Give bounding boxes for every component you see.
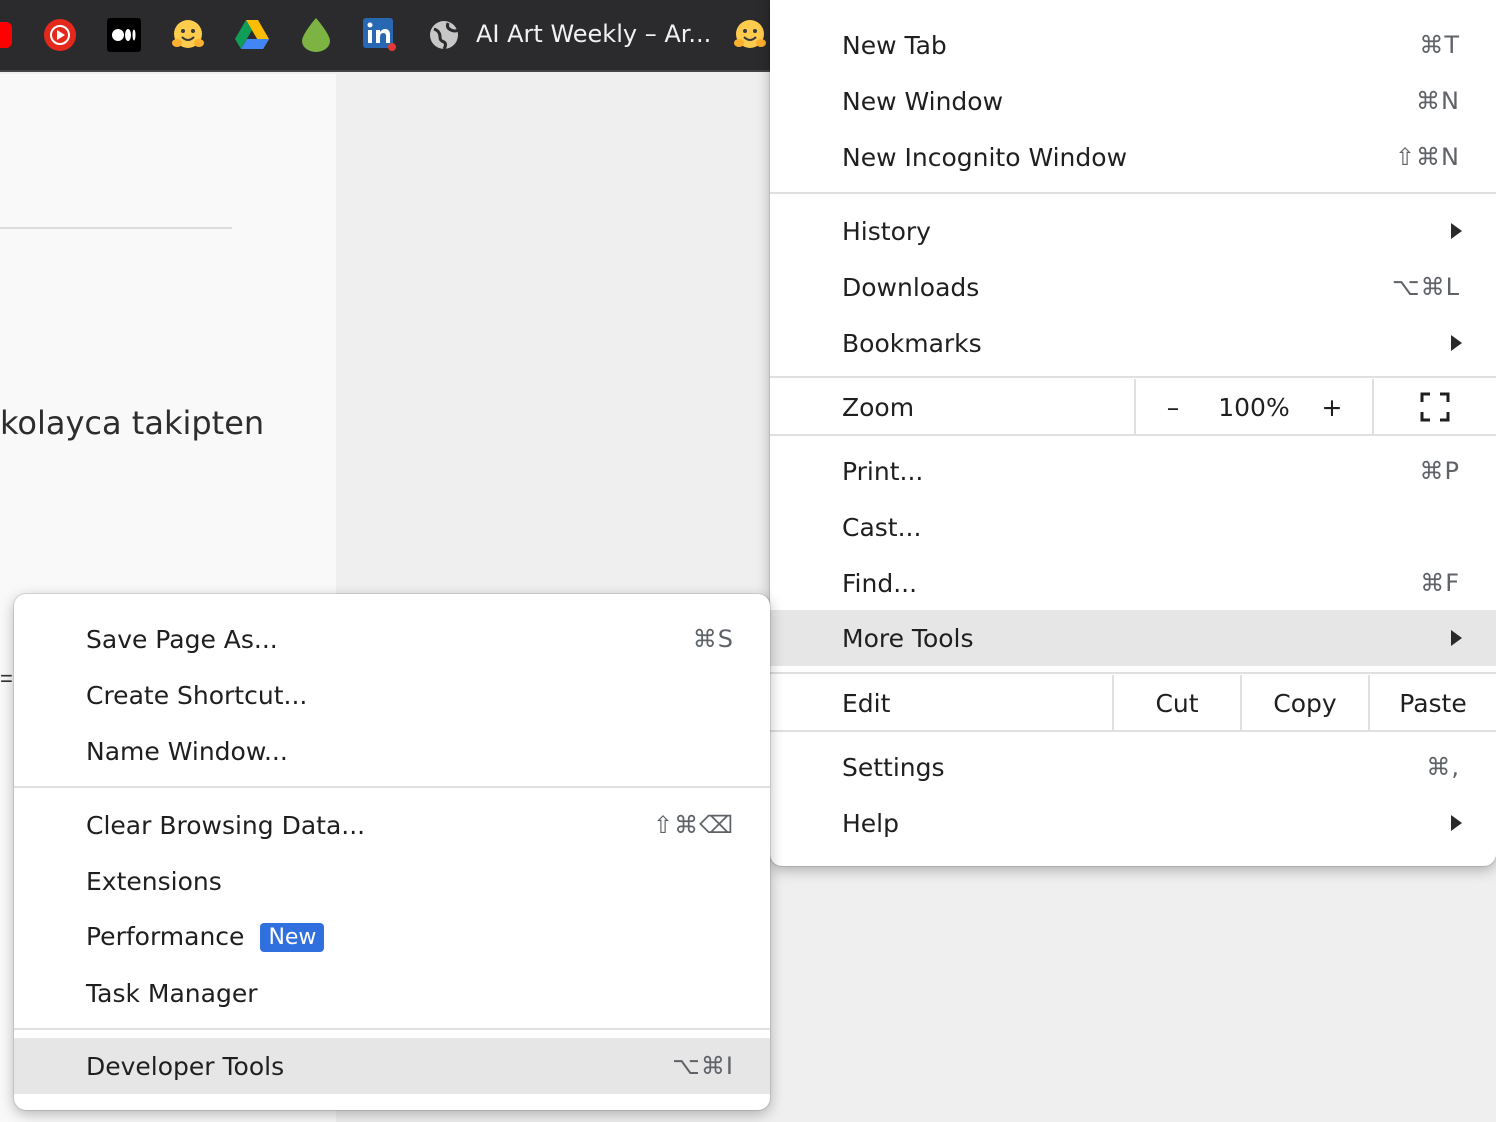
copy-button[interactable]: Copy	[1242, 675, 1368, 731]
menu-item-shortcut: ⌘,	[1426, 753, 1460, 781]
menu-item-label: Settings	[842, 752, 945, 782]
menu-item-shortcut: ⌘F	[1420, 569, 1460, 597]
menu-item-shortcut: ⌘N	[1416, 87, 1460, 115]
menu-item-downloads[interactable]: Downloads ⌥⌘L	[770, 259, 1496, 315]
menu-item-history[interactable]: History	[770, 203, 1496, 259]
menu-separator	[14, 1028, 770, 1030]
menu-item-cast[interactable]: Cast...	[770, 499, 1496, 555]
menu-item-more-tools[interactable]: More Tools	[770, 610, 1496, 666]
menu-item-shortcut: ⌥⌘L	[1391, 273, 1460, 301]
globe-icon[interactable]	[427, 18, 461, 52]
menu-item-shortcut: ⌘P	[1419, 457, 1460, 485]
zoom-label: Zoom	[842, 392, 915, 422]
menu-item-bookmarks[interactable]: Bookmarks	[770, 315, 1496, 371]
submenu-arrow-icon	[1451, 630, 1462, 646]
menu-item-print[interactable]: Print... ⌘P	[770, 443, 1496, 499]
hugging-face-icon[interactable]	[733, 18, 767, 52]
menu-item-label: Extensions	[86, 866, 222, 896]
google-drive-icon[interactable]	[235, 18, 269, 52]
menu-item-new-incognito-window[interactable]: New Incognito Window ⇧⌘N	[770, 129, 1496, 185]
menu-item-name-window[interactable]: Name Window...	[14, 723, 770, 779]
menu-item-label: History	[842, 216, 931, 246]
menu-item-save-page-as[interactable]: Save Page As... ⌘S	[14, 611, 770, 667]
menu-separator	[770, 672, 1496, 674]
menu-item-help[interactable]: Help	[770, 795, 1496, 851]
menu-item-label: Performance	[86, 921, 245, 951]
menu-separator	[770, 192, 1496, 194]
edit-row: Edit Cut Copy Paste	[770, 675, 1496, 731]
bookmark-title[interactable]: AI Art Weekly – Ar...	[476, 20, 711, 48]
menu-item-label: New Tab	[842, 30, 947, 60]
menu-item-label: Developer Tools	[86, 1051, 285, 1081]
menu-item-label: Save Page As...	[86, 624, 278, 654]
menu-item-shortcut: ⇧⌘N	[1394, 143, 1460, 171]
menu-item-label-wrap: Performance New	[86, 921, 325, 953]
menu-item-label: More Tools	[842, 623, 974, 653]
hugging-face-icon[interactable]	[171, 18, 205, 52]
menu-item-shortcut: ⇧⌘⌫	[652, 811, 734, 839]
fullscreen-icon	[1420, 392, 1450, 422]
menu-item-task-manager[interactable]: Task Manager	[14, 965, 770, 1021]
page-fragment: =	[0, 666, 13, 691]
zoom-out-button[interactable]: –	[1150, 379, 1196, 435]
menu-item-shortcut: ⌥⌘I	[672, 1052, 734, 1080]
menu-item-settings[interactable]: Settings ⌘,	[770, 739, 1496, 795]
menu-item-new-tab[interactable]: New Tab ⌘T	[770, 17, 1496, 73]
menu-separator	[770, 434, 1496, 436]
linkedin-icon[interactable]	[363, 18, 397, 52]
bookmarks-bar: AI Art Weekly – Ar...	[0, 0, 780, 72]
menu-item-label: Print...	[842, 456, 924, 486]
submenu-arrow-icon	[1451, 335, 1462, 351]
menu-item-new-window[interactable]: New Window ⌘N	[770, 73, 1496, 129]
submenu-arrow-icon	[1451, 223, 1462, 239]
menu-item-label: Cast...	[842, 512, 922, 542]
menu-item-label: Bookmarks	[842, 328, 982, 358]
menu-item-clear-browsing-data[interactable]: Clear Browsing Data... ⇧⌘⌫	[14, 797, 770, 853]
menu-item-create-shortcut[interactable]: Create Shortcut...	[14, 667, 770, 723]
menu-item-label: Clear Browsing Data...	[86, 810, 366, 840]
menu-item-shortcut: ⌘S	[692, 625, 734, 653]
zoom-row: Zoom – 100% +	[770, 379, 1496, 435]
menu-item-developer-tools[interactable]: Developer Tools ⌥⌘I	[14, 1038, 770, 1094]
zoom-level: 100%	[1218, 392, 1290, 422]
menu-item-label: Task Manager	[86, 978, 258, 1008]
chrome-main-menu: New Tab ⌘T New Window ⌘N New Incognito W…	[770, 0, 1496, 866]
medium-icon[interactable]	[107, 18, 141, 52]
menu-item-label: Create Shortcut...	[86, 680, 308, 710]
fullscreen-button[interactable]	[1374, 379, 1496, 435]
edit-label: Edit	[842, 688, 891, 718]
menu-item-performance[interactable]: Performance New	[14, 909, 770, 965]
menu-item-extensions[interactable]: Extensions	[14, 853, 770, 909]
menu-separator	[770, 730, 1496, 732]
cut-button[interactable]: Cut	[1114, 675, 1240, 731]
menu-item-label: Help	[842, 808, 899, 838]
page-divider	[0, 227, 232, 229]
menu-item-label: New Window	[842, 86, 1004, 116]
menu-item-label: New Incognito Window	[842, 142, 1128, 172]
menu-item-label: Downloads	[842, 272, 980, 302]
paste-button[interactable]: Paste	[1370, 675, 1496, 731]
youtube-icon[interactable]	[0, 18, 14, 52]
submenu-arrow-icon	[1451, 815, 1462, 831]
menu-item-label: Name Window...	[86, 736, 288, 766]
menu-item-label: Find...	[842, 568, 918, 598]
drop-icon[interactable]	[299, 18, 333, 52]
more-tools-submenu: Save Page As... ⌘S Create Shortcut... Na…	[14, 594, 770, 1110]
page-text: kolayca takipten	[0, 404, 265, 442]
menu-item-shortcut: ⌘T	[1419, 31, 1460, 59]
zoom-in-button[interactable]: +	[1310, 379, 1354, 435]
cell-divider	[1134, 379, 1136, 435]
menu-separator	[770, 376, 1496, 378]
youtube-music-icon[interactable]	[43, 18, 77, 52]
menu-item-find[interactable]: Find... ⌘F	[770, 555, 1496, 611]
new-badge: New	[260, 923, 325, 953]
menu-separator	[14, 786, 770, 788]
